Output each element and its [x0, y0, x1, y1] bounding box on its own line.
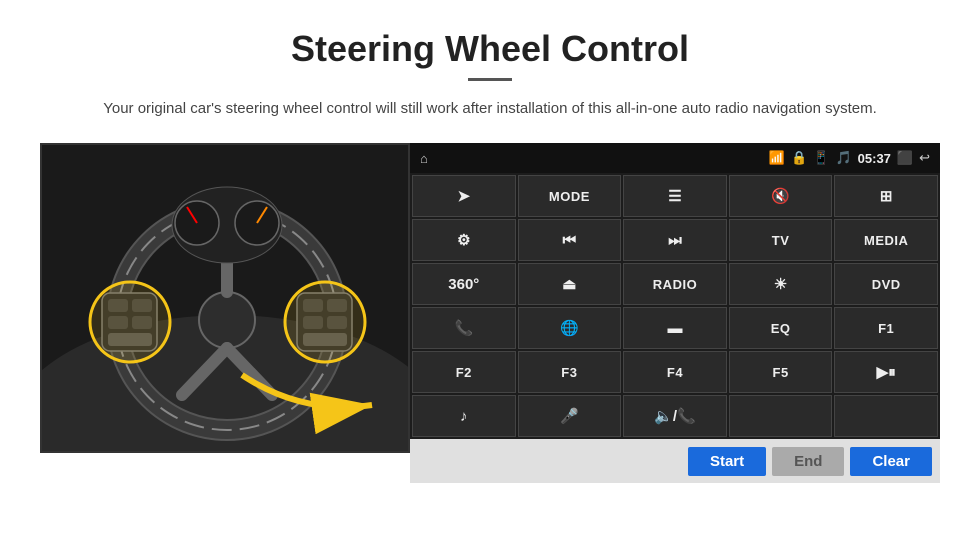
f4-label: F4 — [667, 365, 683, 380]
control-panel: ⌂ 📶 🔒 📱 🎵 05:37 ⬛ ↩ ➤ MODE ☰ 🔇 — [410, 143, 940, 483]
list-icon: ☰ — [668, 187, 681, 205]
home-icon: ⌂ — [420, 151, 428, 166]
cam360-button[interactable]: 360° — [412, 263, 516, 305]
globe-icon: 🌐 — [560, 319, 579, 337]
next-icon: ⏭ — [668, 232, 682, 249]
clear-button[interactable]: Clear — [850, 447, 932, 476]
dvd-label: DVD — [872, 277, 901, 292]
mute-button[interactable]: 🔇 — [729, 175, 833, 217]
f1-label: F1 — [878, 321, 894, 336]
brightness-button[interactable]: ☀ — [729, 263, 833, 305]
f5-button[interactable]: F5 — [729, 351, 833, 393]
brightness-icon: ☀ — [774, 275, 787, 293]
eject-button[interactable]: ⏏ — [518, 263, 622, 305]
f2-label: F2 — [456, 365, 472, 380]
prev-icon: ⏮ — [563, 232, 577, 249]
end-button[interactable]: End — [772, 447, 844, 476]
mic-icon: 🎤 — [560, 407, 579, 425]
apps-icon: ⊞ — [880, 187, 893, 205]
radio-label: RADIO — [653, 277, 697, 292]
media-label: MEDIA — [864, 233, 908, 248]
settings-icon: ⚙ — [457, 231, 470, 249]
globe-button[interactable]: 🌐 — [518, 307, 622, 349]
eq-label: EQ — [771, 321, 791, 336]
screen-icon: ⬛ — [897, 150, 913, 166]
tv-label: TV — [772, 233, 790, 248]
lock-icon: 🔒 — [791, 150, 807, 166]
music-button[interactable]: ♪ — [412, 395, 516, 437]
steering-wheel-image — [40, 143, 410, 453]
button-grid: ➤ MODE ☰ 🔇 ⊞ ⚙ ⏮ ⏭ TV MEDIA 360° ⏏ RADIO… — [410, 173, 940, 439]
f3-button[interactable]: F3 — [518, 351, 622, 393]
phone-button[interactable]: 📞 — [412, 307, 516, 349]
status-left: ⌂ — [420, 151, 428, 166]
nav-icon: ➤ — [458, 187, 471, 205]
title-divider — [468, 78, 512, 81]
cam360-icon: 360° — [448, 276, 479, 293]
f2-button[interactable]: F2 — [412, 351, 516, 393]
nav-button[interactable]: ➤ — [412, 175, 516, 217]
wifi-icon: 📶 — [769, 150, 785, 166]
page-wrapper: Steering Wheel Control Your original car… — [0, 0, 980, 483]
steering-svg — [42, 145, 410, 453]
page-subtitle: Your original car's steering wheel contr… — [40, 97, 940, 121]
eject-icon: ⏏ — [562, 275, 576, 293]
music-icon: ♪ — [460, 408, 468, 425]
f3-label: F3 — [561, 365, 577, 380]
status-bar: ⌂ 📶 🔒 📱 🎵 05:37 ⬛ ↩ — [410, 143, 940, 173]
mic-button[interactable]: 🎤 — [518, 395, 622, 437]
list-button[interactable]: ☰ — [623, 175, 727, 217]
phone-icon: 📞 — [454, 319, 473, 337]
f4-button[interactable]: F4 — [623, 351, 727, 393]
aspect-icon: ▬ — [667, 320, 682, 337]
prev-button[interactable]: ⏮ — [518, 219, 622, 261]
aspect-button[interactable]: ▬ — [623, 307, 727, 349]
media-button[interactable]: MEDIA — [834, 219, 938, 261]
mode-label: MODE — [549, 189, 590, 204]
apps-button[interactable]: ⊞ — [834, 175, 938, 217]
playpause-button[interactable]: ▶⏸ — [834, 351, 938, 393]
back-icon: ↩ — [919, 150, 930, 166]
next-button[interactable]: ⏭ — [623, 219, 727, 261]
page-title: Steering Wheel Control — [40, 28, 940, 70]
f5-label: F5 — [773, 365, 789, 380]
f1-button[interactable]: F1 — [834, 307, 938, 349]
mode-button[interactable]: MODE — [518, 175, 622, 217]
sim-icon: 📱 — [813, 150, 829, 166]
empty2 — [834, 395, 938, 437]
start-button[interactable]: Start — [688, 447, 766, 476]
dvd-button[interactable]: DVD — [834, 263, 938, 305]
bottom-bar: Start End Clear — [410, 439, 940, 483]
volphone-icon: 🔈/📞 — [654, 407, 696, 425]
empty1 — [729, 395, 833, 437]
settings-button[interactable]: ⚙ — [412, 219, 516, 261]
radio-button[interactable]: RADIO — [623, 263, 727, 305]
content-row: ⌂ 📶 🔒 📱 🎵 05:37 ⬛ ↩ ➤ MODE ☰ 🔇 — [40, 143, 940, 483]
mute-icon: 🔇 — [771, 187, 790, 205]
volphone-button[interactable]: 🔈/📞 — [623, 395, 727, 437]
bluetooth-icon: 🎵 — [835, 150, 851, 166]
eq-button[interactable]: EQ — [729, 307, 833, 349]
status-right: 📶 🔒 📱 🎵 05:37 ⬛ ↩ — [769, 150, 930, 166]
tv-button[interactable]: TV — [729, 219, 833, 261]
playpause-icon: ▶⏸ — [877, 363, 896, 381]
status-time: 05:37 — [858, 151, 891, 166]
